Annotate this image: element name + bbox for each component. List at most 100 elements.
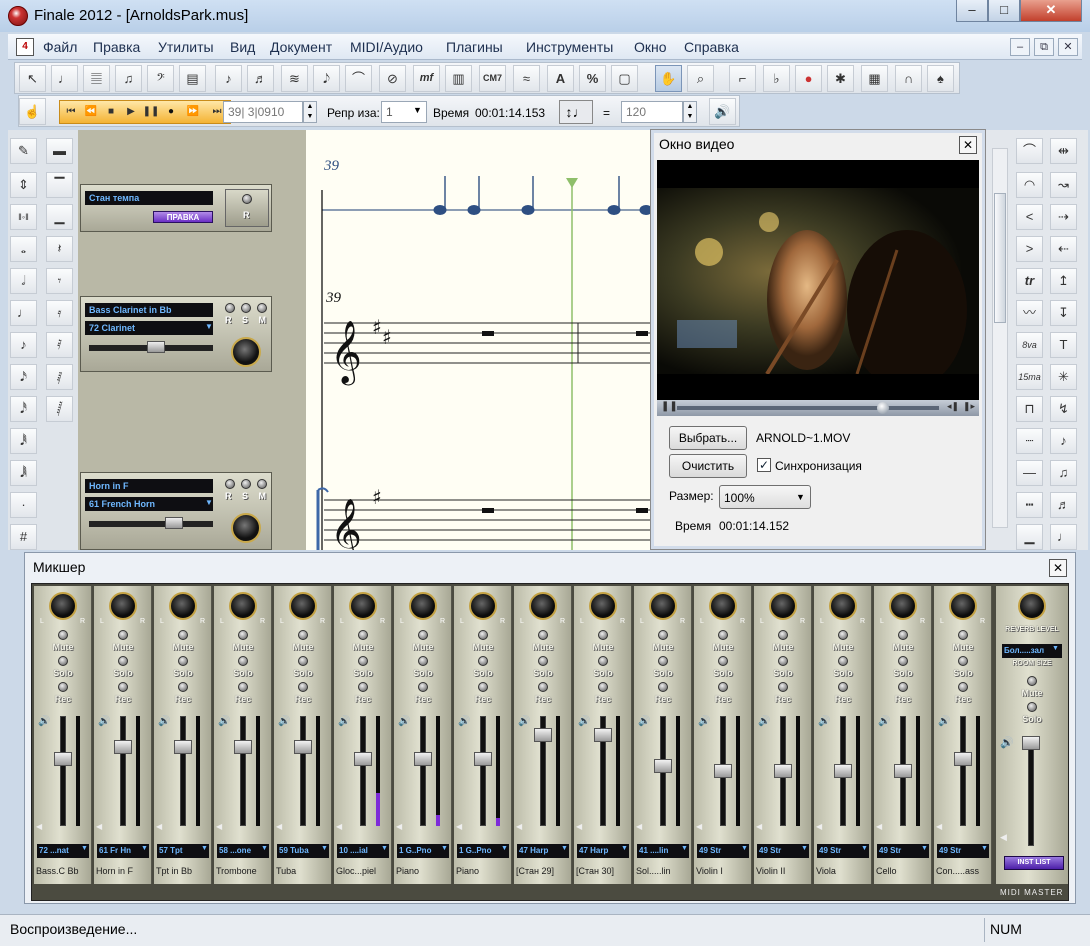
- pan-knob[interactable]: [529, 592, 557, 620]
- solo-led[interactable]: [298, 656, 308, 666]
- whole-rest-icon[interactable]: ▔: [46, 172, 73, 198]
- chevron-down-icon[interactable]: ▼: [741, 845, 748, 852]
- pan-knob[interactable]: [229, 592, 257, 620]
- quarter-rest-icon[interactable]: 𝄽: [46, 236, 73, 262]
- volume-fader-thumb[interactable]: [834, 764, 852, 778]
- pan-knob[interactable]: [769, 592, 797, 620]
- thirty-second-rest-icon[interactable]: 𝅀: [46, 332, 73, 358]
- solo-led[interactable]: [358, 656, 368, 666]
- solo-led[interactable]: [178, 656, 188, 666]
- volume-fader-thumb[interactable]: [474, 752, 492, 766]
- volume-fader-track[interactable]: [300, 716, 306, 826]
- chevron-down-icon[interactable]: ▼: [441, 845, 448, 852]
- volume-fader-thumb[interactable]: [954, 752, 972, 766]
- rec-led[interactable]: [478, 682, 488, 692]
- bend-icon[interactable]: ↝: [1050, 172, 1077, 198]
- menu-utilities[interactable]: Утилиты: [158, 39, 214, 55]
- chevron-down-icon[interactable]: ▼: [201, 845, 208, 852]
- eighth-rest-icon[interactable]: 𝄾: [46, 268, 73, 294]
- solo-led[interactable]: [418, 656, 428, 666]
- eraser-icon[interactable]: ✎: [10, 138, 37, 164]
- mixer-close-icon[interactable]: ✕: [1049, 559, 1067, 577]
- chevron-down-icon[interactable]: ▼: [205, 498, 213, 507]
- reverb-knob[interactable]: [1018, 592, 1046, 620]
- volume-fader-thumb[interactable]: [894, 764, 912, 778]
- chevron-down-icon[interactable]: ▼: [801, 845, 808, 852]
- mute-led[interactable]: [358, 630, 368, 640]
- dashed-line-icon[interactable]: ┅: [1016, 492, 1043, 518]
- bend-hat-icon[interactable]: ↯: [1050, 396, 1077, 422]
- pan-knob[interactable]: [949, 592, 977, 620]
- mute-led[interactable]: [298, 630, 308, 640]
- pan-knob[interactable]: [289, 592, 317, 620]
- pan-knob[interactable]: [649, 592, 677, 620]
- zoom-tool[interactable]: ⌕: [687, 65, 714, 92]
- dashed-bracket-icon[interactable]: ┈: [1016, 428, 1043, 454]
- trill-icon[interactable]: tr: [1016, 268, 1043, 294]
- chevron-down-icon[interactable]: ▼: [81, 845, 88, 852]
- tempo-field[interactable]: 120: [621, 101, 683, 123]
- solo-led[interactable]: [658, 656, 668, 666]
- line-icon[interactable]: —: [1016, 460, 1043, 486]
- key-signature-tool[interactable]: ♫: [115, 65, 142, 92]
- volume-slider-thumb[interactable]: [165, 517, 183, 529]
- chevron-down-icon[interactable]: ▼: [681, 845, 688, 852]
- mute-led[interactable]: [478, 630, 488, 640]
- mute-led[interactable]: [257, 303, 267, 313]
- clef-tool[interactable]: 𝄢: [147, 65, 174, 92]
- rec-led[interactable]: [958, 682, 968, 692]
- mute-led[interactable]: [257, 479, 267, 489]
- rewind-start-icon[interactable]: ⏮: [62, 103, 80, 121]
- half-rest-icon[interactable]: ▁: [46, 204, 73, 230]
- volume-fader-thumb[interactable]: [714, 764, 732, 778]
- volume-fader-thumb[interactable]: [174, 740, 192, 754]
- fast-forward-icon[interactable]: ⏩: [184, 103, 202, 121]
- volume-fader-thumb[interactable]: [234, 740, 252, 754]
- solo-led[interactable]: [778, 656, 788, 666]
- chord-tool[interactable]: CM7: [479, 65, 506, 92]
- solo-led[interactable]: [838, 656, 848, 666]
- tuplet-tool[interactable]: 𝅘𝅥𝅮: [313, 65, 340, 92]
- chevron-down-icon[interactable]: ▼: [561, 845, 568, 852]
- dashed-slur-icon[interactable]: ◠: [1016, 172, 1043, 198]
- edit-badge-button[interactable]: ПРАВКА: [153, 211, 213, 223]
- hammer-icon[interactable]: T: [1050, 332, 1077, 358]
- document-icon[interactable]: 4: [16, 38, 34, 56]
- double-whole-rest-icon[interactable]: ▬: [46, 138, 73, 164]
- volume-fader-thumb[interactable]: [774, 764, 792, 778]
- stop-icon[interactable]: ■: [102, 103, 120, 121]
- step-forward-icon[interactable]: ❚▸: [963, 401, 975, 412]
- play-icon[interactable]: ▶: [122, 103, 140, 121]
- pause-icon[interactable]: ❚❚: [661, 401, 678, 412]
- solo-led[interactable]: [958, 656, 968, 666]
- mirror-tool[interactable]: ⌐: [729, 65, 756, 92]
- volume-fader-track[interactable]: [240, 716, 246, 826]
- sharp-icon[interactable]: #: [10, 524, 37, 550]
- beam-angle-icon[interactable]: ♩: [1050, 524, 1077, 550]
- articulation-tool[interactable]: ⊘: [379, 65, 406, 92]
- page-layout-tool[interactable]: ▦: [861, 65, 888, 92]
- volume-fader-thumb[interactable]: [294, 740, 312, 754]
- mute-led[interactable]: [238, 630, 248, 640]
- speedy-entry-tool[interactable]: ♬: [247, 65, 274, 92]
- pan-knob[interactable]: [49, 592, 77, 620]
- mdi-restore-button[interactable]: ⧉: [1034, 38, 1054, 56]
- chevron-down-icon[interactable]: ▼: [921, 845, 928, 852]
- staff-styles-tool[interactable]: ∩: [895, 65, 922, 92]
- mute-led[interactable]: [718, 630, 728, 640]
- chevron-down-icon[interactable]: ▼: [205, 322, 213, 331]
- selection-tool[interactable]: ↖: [19, 65, 46, 92]
- record-icon[interactable]: ●: [162, 103, 180, 121]
- menu-midi-audio[interactable]: MIDI/Аудио: [350, 39, 423, 55]
- simple-entry-tool[interactable]: ♪: [215, 65, 242, 92]
- maximize-button[interactable]: □: [988, 0, 1020, 22]
- volume-slider-track[interactable]: [89, 521, 213, 527]
- whole-note-icon[interactable]: 𝅝: [10, 236, 37, 262]
- rec-led[interactable]: [238, 682, 248, 692]
- sixteenth-rest-icon[interactable]: 𝄿: [46, 300, 73, 326]
- mute-led[interactable]: [778, 630, 788, 640]
- seek-track[interactable]: [677, 406, 939, 410]
- note-duration-icon[interactable]: ↕♩: [559, 100, 593, 124]
- graphics-tool[interactable]: ▢: [611, 65, 638, 92]
- special-tools-icon[interactable]: ●: [795, 65, 822, 92]
